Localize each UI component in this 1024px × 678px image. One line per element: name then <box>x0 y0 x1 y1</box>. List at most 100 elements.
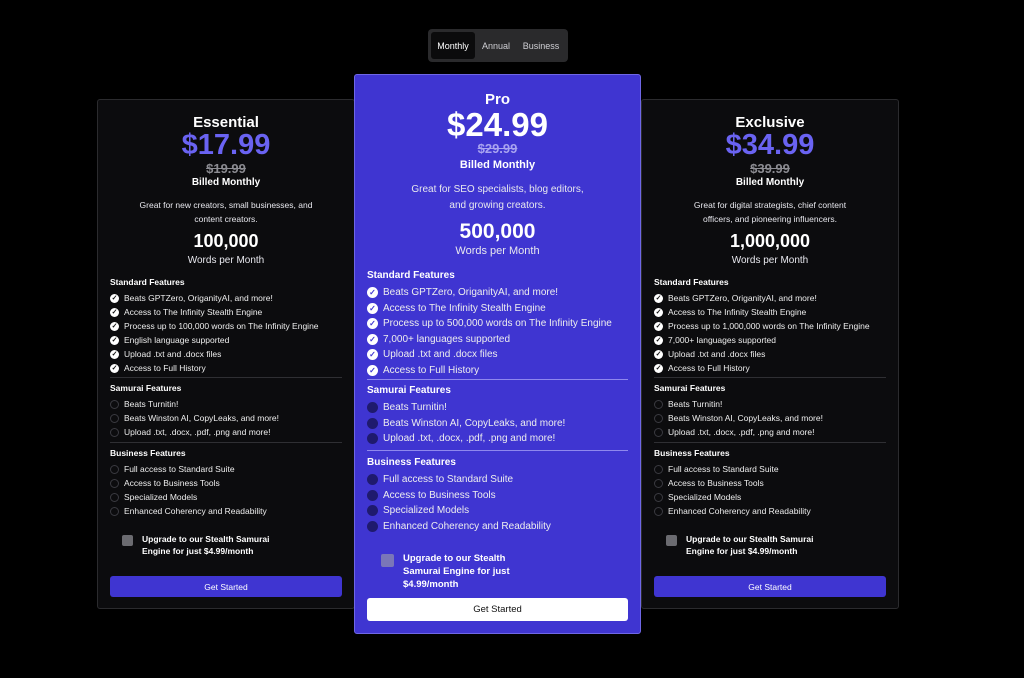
feature-item: ✓ Access to The Infinity Stealth Engine <box>367 301 628 317</box>
word-count: 1,000,000 <box>729 231 811 251</box>
empty-circle-icon <box>367 474 378 486</box>
empty-circle-icon <box>367 402 378 414</box>
feature-item: ✓ Upload .txt and .docx files <box>367 347 628 363</box>
check-icon: ✓ <box>654 321 663 331</box>
get-started-button[interactable]: Get Started <box>110 576 342 597</box>
check-icon: ✓ <box>110 363 119 373</box>
feature-item: Specialized Models <box>110 490 342 504</box>
empty-circle-icon <box>110 478 119 488</box>
feature-item: Access to Business Tools <box>367 488 628 504</box>
feature-item: Access to Business Tools <box>654 476 886 490</box>
feature-item: ✓ Process up to 500,000 words on The Infi… <box>367 316 628 332</box>
plan-description: Great for digital strategists, chief con… <box>693 200 847 224</box>
empty-circle-icon <box>654 506 663 516</box>
upgrade-option: Upgrade to our Stealth Samurai Engine fo… <box>666 533 816 557</box>
feature-item: ✓ Beats GPTZero, OriganityAI, and more! <box>367 285 628 301</box>
empty-circle-icon <box>654 464 663 474</box>
plan-price: $17.99 <box>181 129 271 161</box>
standard-features: Standard Features ✓ Beats GPTZero, Origan… <box>367 270 628 378</box>
feature-item: ✓ 7,000+ languages supported <box>654 335 776 345</box>
check-icon: ✓ <box>654 349 663 359</box>
upgrade-checkbox[interactable] <box>122 535 133 546</box>
empty-circle-icon <box>110 506 119 516</box>
feature-item: Enhanced Coherency and Readability <box>110 504 342 518</box>
feature-item: Access to Business Tools <box>110 476 342 490</box>
empty-circle-icon <box>367 505 378 517</box>
check-icon: ✓ <box>110 349 119 359</box>
section-title: Standard Features <box>654 277 729 287</box>
get-started-button[interactable]: Get Started <box>367 598 628 621</box>
feature-item: ✓ 7,000+ languages supported <box>367 332 628 348</box>
feature-item: Specialized Models <box>654 490 886 504</box>
feature-item: ✓ Beats GPTZero, OriganityAI, and more! <box>654 293 817 303</box>
empty-circle-icon <box>654 427 663 437</box>
check-icon: ✓ <box>367 287 378 299</box>
billing-label: Billed Monthly <box>735 177 805 188</box>
feature-item: Beats Winston AI, CopyLeaks, and more! <box>654 411 886 425</box>
check-icon: ✓ <box>110 307 119 317</box>
empty-circle-icon <box>654 478 663 488</box>
upgrade-label: Upgrade to our Stealth Samurai Engine fo… <box>142 534 270 556</box>
empty-circle-icon <box>654 492 663 502</box>
plan-description: Great for SEO specialists, blog editors,… <box>411 184 584 211</box>
toggle-monthly[interactable]: Monthly <box>431 32 475 59</box>
toggle-business[interactable]: Business <box>517 32 565 59</box>
section-title: Samurai Features <box>110 383 182 393</box>
divider <box>110 442 342 443</box>
standard-features: Standard Features ✓ Beats GPTZero, Origan… <box>654 277 886 375</box>
samurai-features: Samurai Features Beats Turnitin! Beats W… <box>654 383 886 439</box>
upgrade-checkbox[interactable] <box>381 554 394 567</box>
plan-old-price: $19.99 <box>206 161 246 176</box>
check-icon: ✓ <box>654 335 663 345</box>
section-title: Business Features <box>367 457 456 468</box>
empty-circle-icon <box>654 399 663 409</box>
feature-item: Beats Winston AI, CopyLeaks, and more! <box>367 416 628 432</box>
feature-item: Enhanced Coherency and Readability <box>367 519 628 535</box>
feature-item: ✓ Access to Full History <box>367 363 628 379</box>
get-started-button[interactable]: Get Started <box>654 576 886 597</box>
plan-card-exclusive: Exclusive $34.99 $39.99 Billed Monthly G… <box>641 99 899 609</box>
word-count-label: Words per Month <box>455 245 540 257</box>
section-title: Business Features <box>110 448 186 458</box>
feature-item: Full access to Standard Suite <box>367 472 628 488</box>
section-title: Samurai Features <box>654 383 726 393</box>
feature-item: ✓ Access to Full History <box>110 363 206 373</box>
empty-circle-icon <box>654 413 663 423</box>
empty-circle-icon <box>110 399 119 409</box>
feature-item: ✓ Process up to 100,000 words on The Infi… <box>110 321 319 331</box>
feature-item: Upload .txt, .docx, .pdf, .png and more! <box>654 425 886 439</box>
feature-item: Upload .txt, .docx, .pdf, .png and more! <box>367 431 628 447</box>
empty-circle-icon <box>110 464 119 474</box>
check-icon: ✓ <box>110 321 119 331</box>
business-features: Business Features Full access to Standar… <box>367 457 628 534</box>
plan-old-price: $39.99 <box>750 161 790 176</box>
feature-item: Specialized Models <box>367 503 628 519</box>
feature-item: ✓ Access to The Infinity Stealth Engine <box>654 307 807 317</box>
feature-item: Beats Turnitin! <box>367 400 628 416</box>
empty-circle-icon <box>110 492 119 502</box>
divider <box>110 377 342 378</box>
feature-item: ✓ Access to The Infinity Stealth Engine <box>110 307 263 317</box>
plan-card-pro: Pro $24.99 $29.99 Billed Monthly Great f… <box>354 74 641 634</box>
samurai-features: Samurai Features Beats Turnitin! Beats W… <box>110 383 342 439</box>
check-icon: ✓ <box>367 333 378 345</box>
upgrade-label: Upgrade to our Stealth Samurai Engine fo… <box>403 553 510 590</box>
divider <box>654 377 886 378</box>
feature-item: ✓ Beats GPTZero, OriganityAI, and more! <box>110 293 273 303</box>
toggle-annual[interactable]: Annual <box>475 32 517 59</box>
word-count: 500,000 <box>459 220 536 243</box>
feature-item: Upload .txt, .docx, .pdf, .png and more! <box>110 425 342 439</box>
check-icon: ✓ <box>110 293 119 303</box>
section-title: Samurai Features <box>367 385 451 396</box>
upgrade-checkbox[interactable] <box>666 535 677 546</box>
check-icon: ✓ <box>367 364 378 376</box>
word-count-label: Words per Month <box>731 255 809 266</box>
plan-old-price: $29.99 <box>477 141 518 156</box>
plan-price: $24.99 <box>447 106 548 143</box>
word-count-label: Words per Month <box>187 255 265 266</box>
check-icon: ✓ <box>367 318 378 330</box>
check-icon: ✓ <box>367 302 378 314</box>
feature-item: ✓ Access to Full History <box>654 363 750 373</box>
empty-circle-icon <box>110 413 119 423</box>
upgrade-option: Upgrade to our Stealth Samurai Engine fo… <box>381 552 541 591</box>
